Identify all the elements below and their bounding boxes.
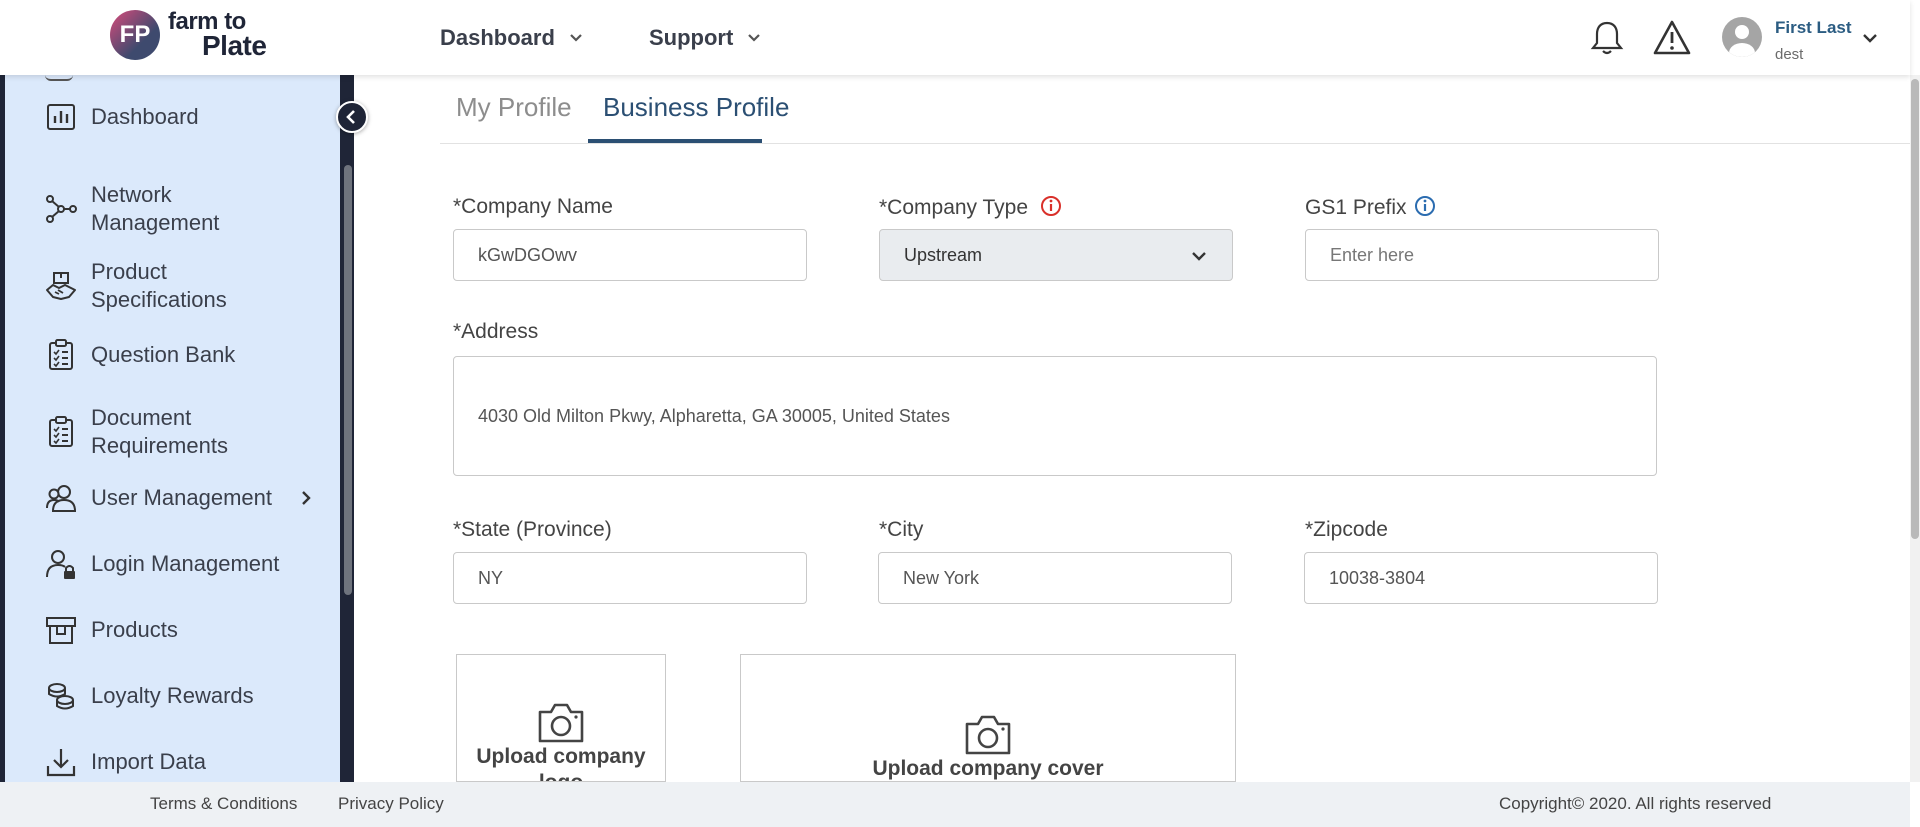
brand-logo[interactable]: FP farm to Plate	[110, 10, 267, 62]
sidebar: Dashboard Network Management Product Spe…	[0, 75, 354, 782]
tab-business-profile[interactable]: Business Profile	[603, 92, 789, 123]
checklist-icon	[49, 416, 73, 447]
nav-dashboard[interactable]: Dashboard	[440, 0, 583, 75]
upload-cover-area[interactable]: Upload company cover	[740, 654, 1236, 782]
sidebar-item-label: Products	[91, 617, 178, 642]
company-type-select[interactable]: Upstream	[879, 229, 1233, 281]
main-scrollbar[interactable]	[1910, 75, 1920, 782]
sidebar-item-user-management[interactable]: User Management	[5, 478, 340, 518]
address-label: *Address	[453, 320, 539, 343]
bell-icon[interactable]	[1587, 18, 1627, 58]
privacy-link[interactable]: Privacy Policy	[338, 794, 444, 814]
copyright-text: Copyright© 2020. All rights reserved	[1499, 794, 1772, 813]
sidebar-item-label: Loyalty Rewards	[91, 683, 254, 708]
nav-dashboard-label: Dashboard	[440, 24, 555, 50]
sidebar-item-dashboard[interactable]: Dashboard	[5, 97, 340, 137]
sidebar-scrollbar[interactable]	[344, 165, 352, 595]
collapse-sidebar-button[interactable]	[336, 101, 368, 133]
company-type-value: Upstream	[904, 244, 983, 265]
active-tab-indicator	[588, 139, 762, 143]
box-icon	[46, 617, 76, 644]
state-input[interactable]: NY	[453, 552, 807, 604]
nav-support-label: Support	[649, 24, 734, 50]
profile-tabs: My Profile Business Profile	[440, 82, 1920, 144]
main-scrollbar-thumb[interactable]	[1911, 79, 1919, 539]
chevron-down-icon	[570, 33, 582, 42]
chevron-right-icon	[302, 491, 311, 505]
state-label: *State (Province)	[453, 518, 612, 541]
network-icon	[46, 195, 77, 223]
company-name-label: *Company Name	[453, 195, 613, 218]
sidebar-item-loyalty-rewards[interactable]: Loyalty Rewards	[5, 676, 340, 716]
download-icon	[46, 749, 76, 777]
top-header: FP farm to Plate Dashboard Support First…	[0, 0, 1910, 75]
sidebar-item-label: Dashboard	[91, 104, 199, 129]
bar-chart-icon	[47, 104, 75, 130]
info-blue-icon[interactable]	[1414, 195, 1436, 217]
sidebar-item-import-data[interactable]: Import Data	[5, 742, 340, 782]
zipcode-input[interactable]: 10038-3804	[1304, 552, 1658, 604]
sidebar-item-document-requirements[interactable]: Document Requirements	[5, 402, 340, 462]
sidebar-item-label: Document Requirements	[91, 405, 228, 458]
sidebar-menu: Dashboard Network Management Product Spe…	[5, 75, 340, 782]
chevron-down-icon	[748, 33, 761, 42]
sidebar-item-login-management[interactable]: Login Management	[5, 544, 340, 584]
hidden-item-icon	[45, 75, 73, 81]
user-role: dest	[1775, 46, 1804, 63]
nav-support[interactable]: Support	[649, 0, 761, 75]
checklist-icon	[49, 339, 73, 370]
chevron-down-icon[interactable]	[1862, 31, 1878, 45]
coins-icon	[48, 683, 74, 710]
sidebar-item-label: Product Specifications	[91, 259, 227, 312]
sidebar-item-products[interactable]: Products	[5, 610, 340, 650]
zipcode-label: *Zipcode	[1305, 518, 1388, 541]
chevron-down-icon	[1192, 252, 1206, 261]
gs1-prefix-label: GS1 Prefix	[1305, 195, 1436, 220]
company-type-label: *Company Type	[879, 195, 1062, 220]
chevron-left-icon	[346, 110, 355, 124]
sidebar-item-label: User Management	[91, 485, 272, 510]
sidebar-item-question-bank[interactable]: Question Bank	[5, 335, 340, 375]
user-name[interactable]: First Last	[1775, 18, 1852, 38]
terms-link[interactable]: Terms & Conditions	[150, 794, 297, 814]
city-input[interactable]: New York	[878, 552, 1232, 604]
users-icon	[46, 485, 77, 512]
gs1-prefix-input[interactable]: Enter here	[1305, 229, 1659, 281]
city-label: *City	[879, 518, 924, 541]
tab-my-profile[interactable]: My Profile	[456, 92, 572, 123]
warning-icon[interactable]	[1652, 18, 1692, 58]
sidebar-item-product-specifications[interactable]: Product Specifications	[5, 256, 340, 316]
logo-mark-icon: FP	[110, 10, 160, 60]
address-textarea[interactable]: 4030 Old Milton Pkwy, Alpharetta, GA 300…	[453, 356, 1657, 476]
handshake-icon	[46, 272, 76, 300]
sidebar-item-network-management[interactable]: Network Management	[5, 179, 340, 239]
avatar-icon[interactable]	[1722, 17, 1762, 57]
sidebar-item-label: Import Data	[91, 749, 206, 774]
camera-icon	[538, 703, 584, 743]
sidebar-item-label: Network Management	[91, 182, 220, 235]
info-red-icon[interactable]	[1040, 195, 1062, 217]
company-name-input[interactable]: kGwDGOwv	[453, 229, 807, 281]
sidebar-item-label: Question Bank	[91, 342, 236, 367]
upload-logo-area[interactable]: Upload company logo	[456, 654, 666, 782]
camera-icon	[965, 715, 1011, 755]
logo-text-line2: Plate	[202, 30, 267, 62]
sidebar-item-label: Login Management	[91, 551, 280, 576]
upload-logo-label: Upload company logo	[476, 745, 646, 781]
upload-cover-label: Upload company cover	[872, 757, 1104, 780]
footer: Terms & Conditions Privacy Policy Copyri…	[0, 782, 1910, 827]
user-lock-icon	[46, 550, 75, 579]
